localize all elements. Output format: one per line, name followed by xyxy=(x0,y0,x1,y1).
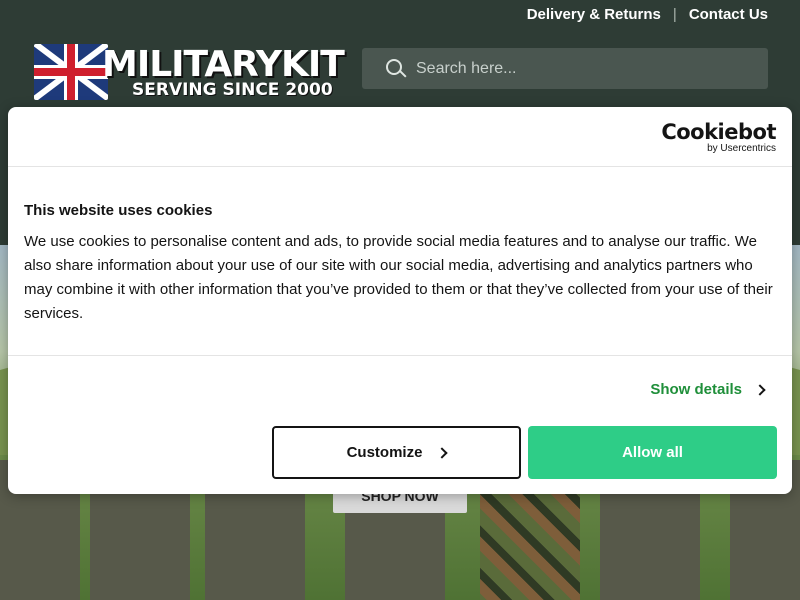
customize-button[interactable]: Customize xyxy=(272,426,521,479)
chevron-right-icon xyxy=(754,383,766,396)
dialog-header: Cookiebot by Usercentrics xyxy=(8,107,792,167)
chevron-right-icon xyxy=(436,446,449,459)
show-details-label: Show details xyxy=(650,381,742,398)
delivery-returns-link[interactable]: Delivery & Returns xyxy=(527,6,661,23)
cookie-consent-dialog: Cookiebot by Usercentrics This website u… xyxy=(8,107,792,494)
contact-us-link[interactable]: Contact Us xyxy=(689,6,768,23)
cookiebot-by: by Usercentrics xyxy=(707,143,776,154)
link-separator: | xyxy=(672,6,677,23)
logo-tagline: SERVING SINCE 2000 xyxy=(132,80,333,100)
site-logo[interactable]: MILITARYKIT SERVING SINCE 2000 xyxy=(34,42,345,102)
union-flag-icon xyxy=(34,44,108,100)
search-bar xyxy=(362,48,768,89)
cookie-title: This website uses cookies xyxy=(24,202,213,219)
cookie-body-text: We use cookies to personalise content an… xyxy=(24,233,773,322)
show-details-link[interactable]: Show details xyxy=(650,381,766,398)
allow-all-button[interactable]: Allow all xyxy=(528,426,777,479)
top-links: Delivery & Returns | Contact Us xyxy=(527,6,768,23)
search-input[interactable] xyxy=(416,59,736,78)
cookiebot-name: Cookiebot xyxy=(661,120,776,144)
logo-brand-text: MILITARYKIT xyxy=(102,44,345,85)
customize-label: Customize xyxy=(346,444,423,461)
search-icon[interactable] xyxy=(386,58,407,79)
cookiebot-logo: Cookiebot by Usercentrics xyxy=(661,121,776,155)
dialog-divider xyxy=(8,355,792,356)
